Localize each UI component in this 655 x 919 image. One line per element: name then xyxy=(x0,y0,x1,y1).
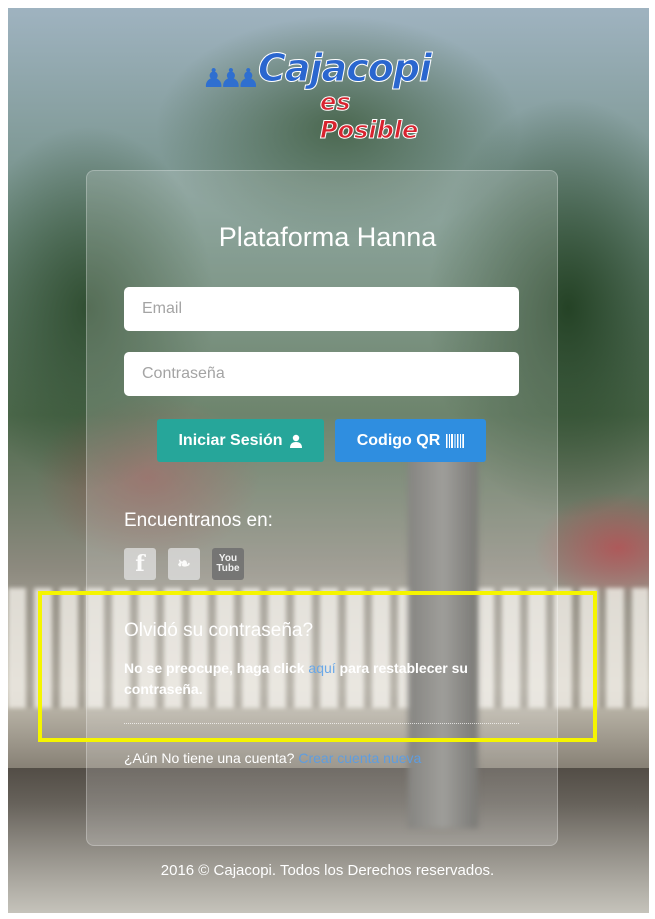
login-button-label: Iniciar Sesión xyxy=(178,431,283,449)
email-input[interactable] xyxy=(124,287,519,331)
divider xyxy=(124,723,519,724)
register-prompt: ¿Aún No tiene una cuenta? Crear cuenta n… xyxy=(124,750,421,766)
user-icon xyxy=(289,434,302,448)
forgot-password-title: Olvidó su contraseña? xyxy=(124,620,314,641)
register-question: ¿Aún No tiene una cuenta? xyxy=(124,750,299,766)
cajacopi-logo: ♟♟♟ Cajacopi es Posible xyxy=(200,44,450,145)
create-account-link[interactable]: Crear cuenta nueva xyxy=(298,750,421,766)
forgot-text-before: No se preocupe, haga click xyxy=(124,660,309,676)
barcode-icon xyxy=(446,433,465,448)
logo-brand-text: Cajacopi xyxy=(257,46,432,91)
password-input[interactable] xyxy=(124,352,519,396)
logo-slogan: es Posible xyxy=(320,88,419,145)
social-label: Encuentranos en: xyxy=(124,510,273,531)
page-title: Plataforma Hanna xyxy=(218,222,437,252)
reset-password-link[interactable]: aquí xyxy=(308,660,335,676)
qr-button-label: Codigo QR xyxy=(356,431,441,449)
youtube-icon[interactable]: You Tube xyxy=(212,548,244,580)
login-panel xyxy=(86,170,558,846)
twitter-icon[interactable]: ❧ xyxy=(168,548,200,580)
logo-people-icon: ♟♟♟ xyxy=(202,64,260,94)
forgot-password-text: No se preocupe, haga click aquí para res… xyxy=(124,658,524,700)
login-button[interactable]: Iniciar Sesión xyxy=(157,419,324,462)
footer-copyright: 2016 © Cajacopi. Todos los Derechos rese… xyxy=(160,862,495,879)
youtube-icon-bottom: Tube xyxy=(216,563,240,574)
qr-code-button[interactable]: Codigo QR xyxy=(335,419,486,462)
facebook-icon[interactable]: f xyxy=(124,548,156,580)
